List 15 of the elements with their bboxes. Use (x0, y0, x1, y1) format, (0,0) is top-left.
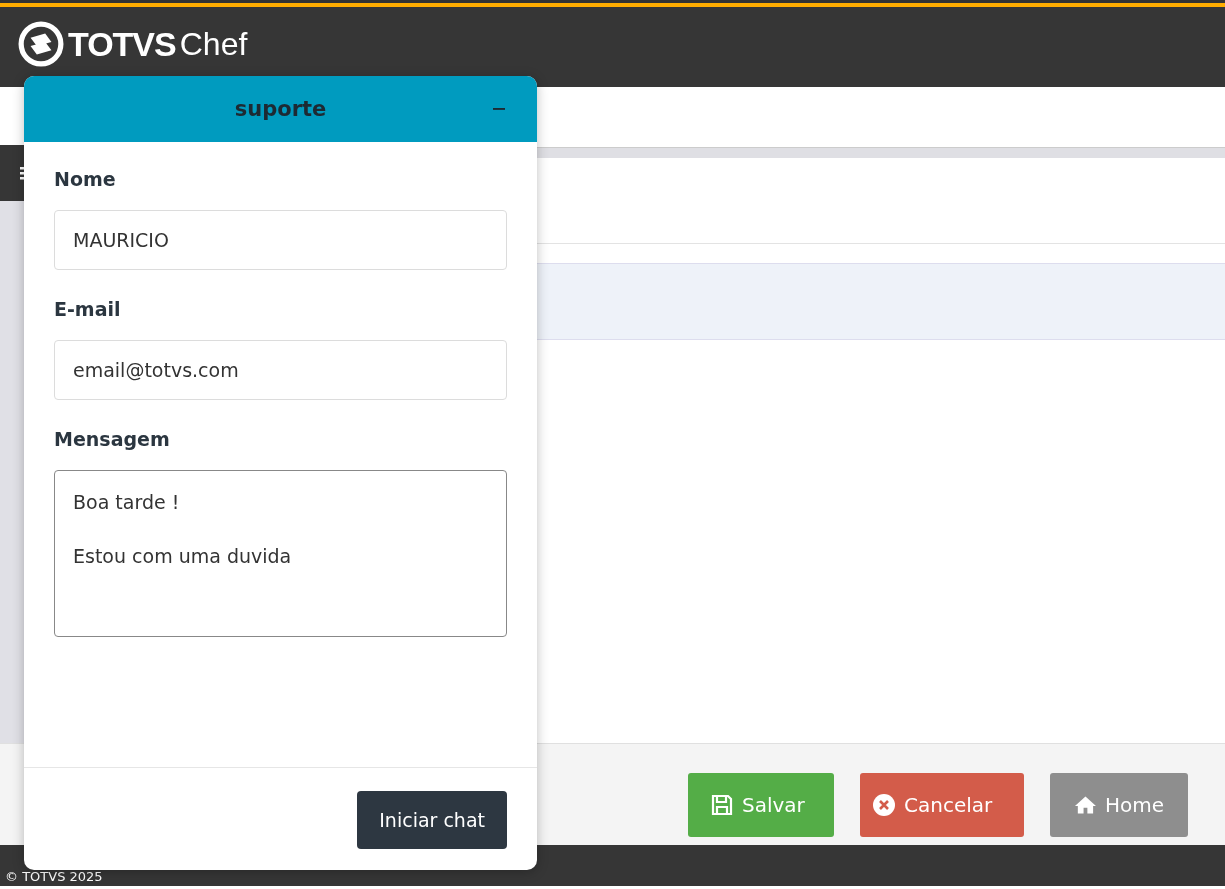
field-label: E-mail (54, 298, 122, 320)
start-chat-button[interactable]: Iniciar chat (357, 791, 507, 849)
chat-title: suporte (234, 97, 327, 121)
field-label: Nome (54, 168, 117, 190)
input-field[interactable]: email@totvs.com (54, 340, 507, 400)
logo-subtitle: Chef (179, 25, 248, 63)
logo-icon (18, 21, 64, 67)
logo-text: TOTVS (68, 24, 176, 64)
close-circle-icon (872, 792, 896, 817)
cancel-button[interactable]: Cancelar (860, 772, 1024, 837)
minimize-icon (491, 107, 507, 111)
message-field[interactable]: Boa tarde ! Estou com uma duvida (54, 470, 507, 637)
copyright-text: © TOTVS 2025 (5, 869, 103, 885)
field-label: Mensagem (54, 428, 171, 450)
input-field[interactable]: MAURICIO (54, 210, 507, 270)
